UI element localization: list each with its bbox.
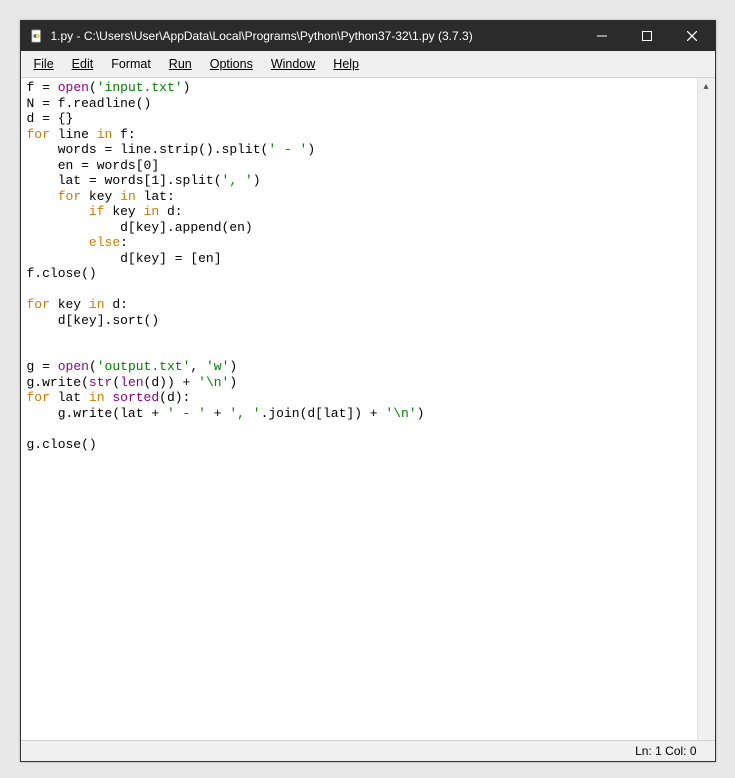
code-editor[interactable]: f = open('input.txt') N = f.readline() d… <box>21 78 697 740</box>
menu-options[interactable]: Options <box>201 56 262 72</box>
menu-help[interactable]: Help <box>324 56 368 72</box>
editor-area: f = open('input.txt') N = f.readline() d… <box>21 78 715 740</box>
menubar: File Edit Format Run Options Window Help <box>21 51 715 78</box>
menu-file[interactable]: File <box>25 56 63 72</box>
idle-window: 1.py - C:\Users\User\AppData\Local\Progr… <box>20 20 716 762</box>
menu-run[interactable]: Run <box>160 56 201 72</box>
menu-window[interactable]: Window <box>262 56 324 72</box>
window-controls <box>580 21 715 51</box>
cursor-position: Ln: 1 Col: 0 <box>635 744 696 758</box>
vertical-scrollbar[interactable]: ▴ <box>697 78 715 740</box>
python-file-icon <box>29 28 45 44</box>
menu-edit[interactable]: Edit <box>63 56 103 72</box>
window-title: 1.py - C:\Users\User\AppData\Local\Progr… <box>51 29 580 43</box>
close-button[interactable] <box>670 21 715 51</box>
titlebar[interactable]: 1.py - C:\Users\User\AppData\Local\Progr… <box>21 21 715 51</box>
maximize-button[interactable] <box>625 21 670 51</box>
minimize-button[interactable] <box>580 21 625 51</box>
statusbar: Ln: 1 Col: 0 <box>21 740 715 761</box>
scroll-up-icon[interactable]: ▴ <box>698 78 715 95</box>
menu-format[interactable]: Format <box>102 56 160 72</box>
